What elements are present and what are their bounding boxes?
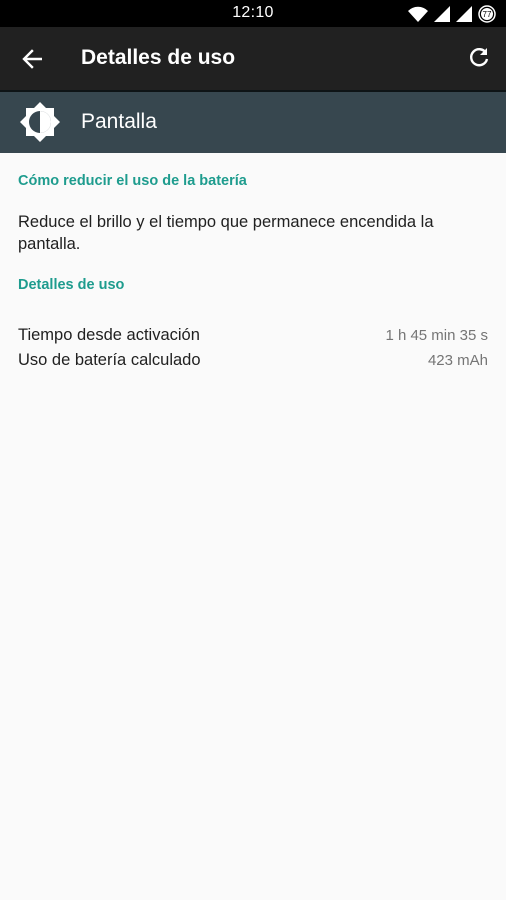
tips-description: Reduce el brillo y el tiempo que permane… — [18, 213, 434, 253]
signal-icon — [434, 6, 450, 22]
refresh-icon — [470, 48, 489, 67]
tips-section-title: Cómo reducir el uso de la batería — [18, 173, 247, 189]
brightness-icon — [20, 102, 60, 142]
app-header: Pantalla — [0, 92, 506, 153]
arrow-back-icon — [22, 49, 42, 69]
app-name: Pantalla — [81, 110, 157, 133]
wifi-icon — [408, 6, 428, 22]
page-title: Detalles de uso — [81, 46, 236, 69]
usage-row-value: 423 mAh — [427, 352, 488, 369]
usage-row-value: 1 h 45 min 35 s — [385, 327, 488, 344]
usage-row-label: Uso de batería calculado — [18, 351, 201, 369]
status-icons: 77 — [408, 4, 496, 24]
status-bar: 12:10 77 — [0, 0, 506, 27]
back-button[interactable] — [14, 46, 48, 72]
refresh-button[interactable] — [466, 45, 492, 71]
signal-icon — [456, 6, 472, 22]
battery-level: 77 — [483, 10, 492, 19]
battery-icon: 77 — [478, 5, 496, 23]
app-bar: Detalles de uso — [0, 27, 506, 90]
usage-row: Uso de batería calculado 423 mAh — [18, 351, 488, 375]
usage-section-title: Detalles de uso — [18, 277, 125, 293]
usage-row: Tiempo desde activación 1 h 45 min 35 s — [18, 326, 488, 350]
usage-row-label: Tiempo desde activación — [18, 326, 200, 344]
